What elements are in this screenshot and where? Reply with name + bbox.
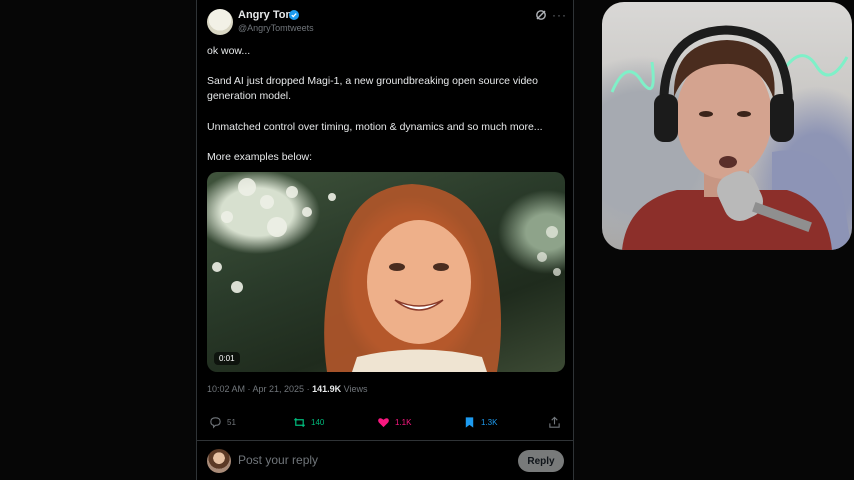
tweet-card: Angry Tom @AngryTomtweets ··· ok wow... …: [196, 0, 574, 480]
bookmark-action[interactable]: 1.3K: [463, 414, 497, 430]
bookmark-count: 1.3K: [481, 417, 498, 427]
retweet-count: 140: [311, 417, 325, 427]
video-frame-illustration: [212, 178, 561, 372]
webcam-overlay: [602, 2, 852, 250]
reply-button[interactable]: Reply: [518, 450, 564, 472]
tweet-actions: 51 140 1.1K 1.3K: [207, 414, 565, 430]
views-label: Views: [343, 384, 368, 394]
tweet-text-line-3: Unmatched control over timing, motion & …: [207, 121, 543, 133]
user-avatar[interactable]: [207, 449, 231, 473]
author-handle[interactable]: @AngryTomtweets: [238, 23, 314, 33]
tweet-meta: 10:02 AM · Apr 21, 2025 · 141.9K Views: [207, 384, 367, 394]
tweet-text-line-2: Sand AI just dropped Magi-1, a new groun…: [207, 75, 538, 102]
reply-icon: [210, 416, 221, 428]
screen: Angry Tom @AngryTomtweets ··· ok wow... …: [0, 0, 854, 480]
like-icon: [378, 417, 389, 427]
share-action[interactable]: [548, 414, 561, 430]
reply-composer: Reply: [197, 440, 573, 480]
meta-separator: ·: [304, 384, 313, 394]
grok-icon[interactable]: [535, 9, 547, 21]
tweet-text-line-1: ok wow...: [207, 45, 251, 57]
share-icon: [549, 416, 560, 428]
more-options-icon[interactable]: ···: [552, 9, 566, 21]
tweet-timestamp[interactable]: 10:02 AM · Apr 21, 2025: [207, 384, 304, 394]
streamer-illustration: [610, 25, 852, 250]
reply-action[interactable]: 51: [209, 414, 236, 430]
video-time: 0:01: [214, 352, 240, 365]
author-avatar[interactable]: [207, 9, 233, 35]
tweet-video[interactable]: 0:01: [207, 172, 565, 372]
like-action[interactable]: 1.1K: [377, 414, 411, 430]
tweet-text-line-4: More examples below:: [207, 151, 313, 163]
views-count: 141.9K: [312, 384, 342, 394]
reply-count: 51: [227, 417, 236, 427]
bookmark-icon: [465, 416, 474, 428]
retweet-icon: [293, 417, 306, 427]
like-count: 1.1K: [395, 417, 412, 427]
retweet-action[interactable]: 140: [293, 414, 324, 430]
verified-badge-icon: [289, 10, 299, 20]
reply-input[interactable]: [238, 453, 488, 467]
author-name[interactable]: Angry Tom: [238, 9, 295, 21]
